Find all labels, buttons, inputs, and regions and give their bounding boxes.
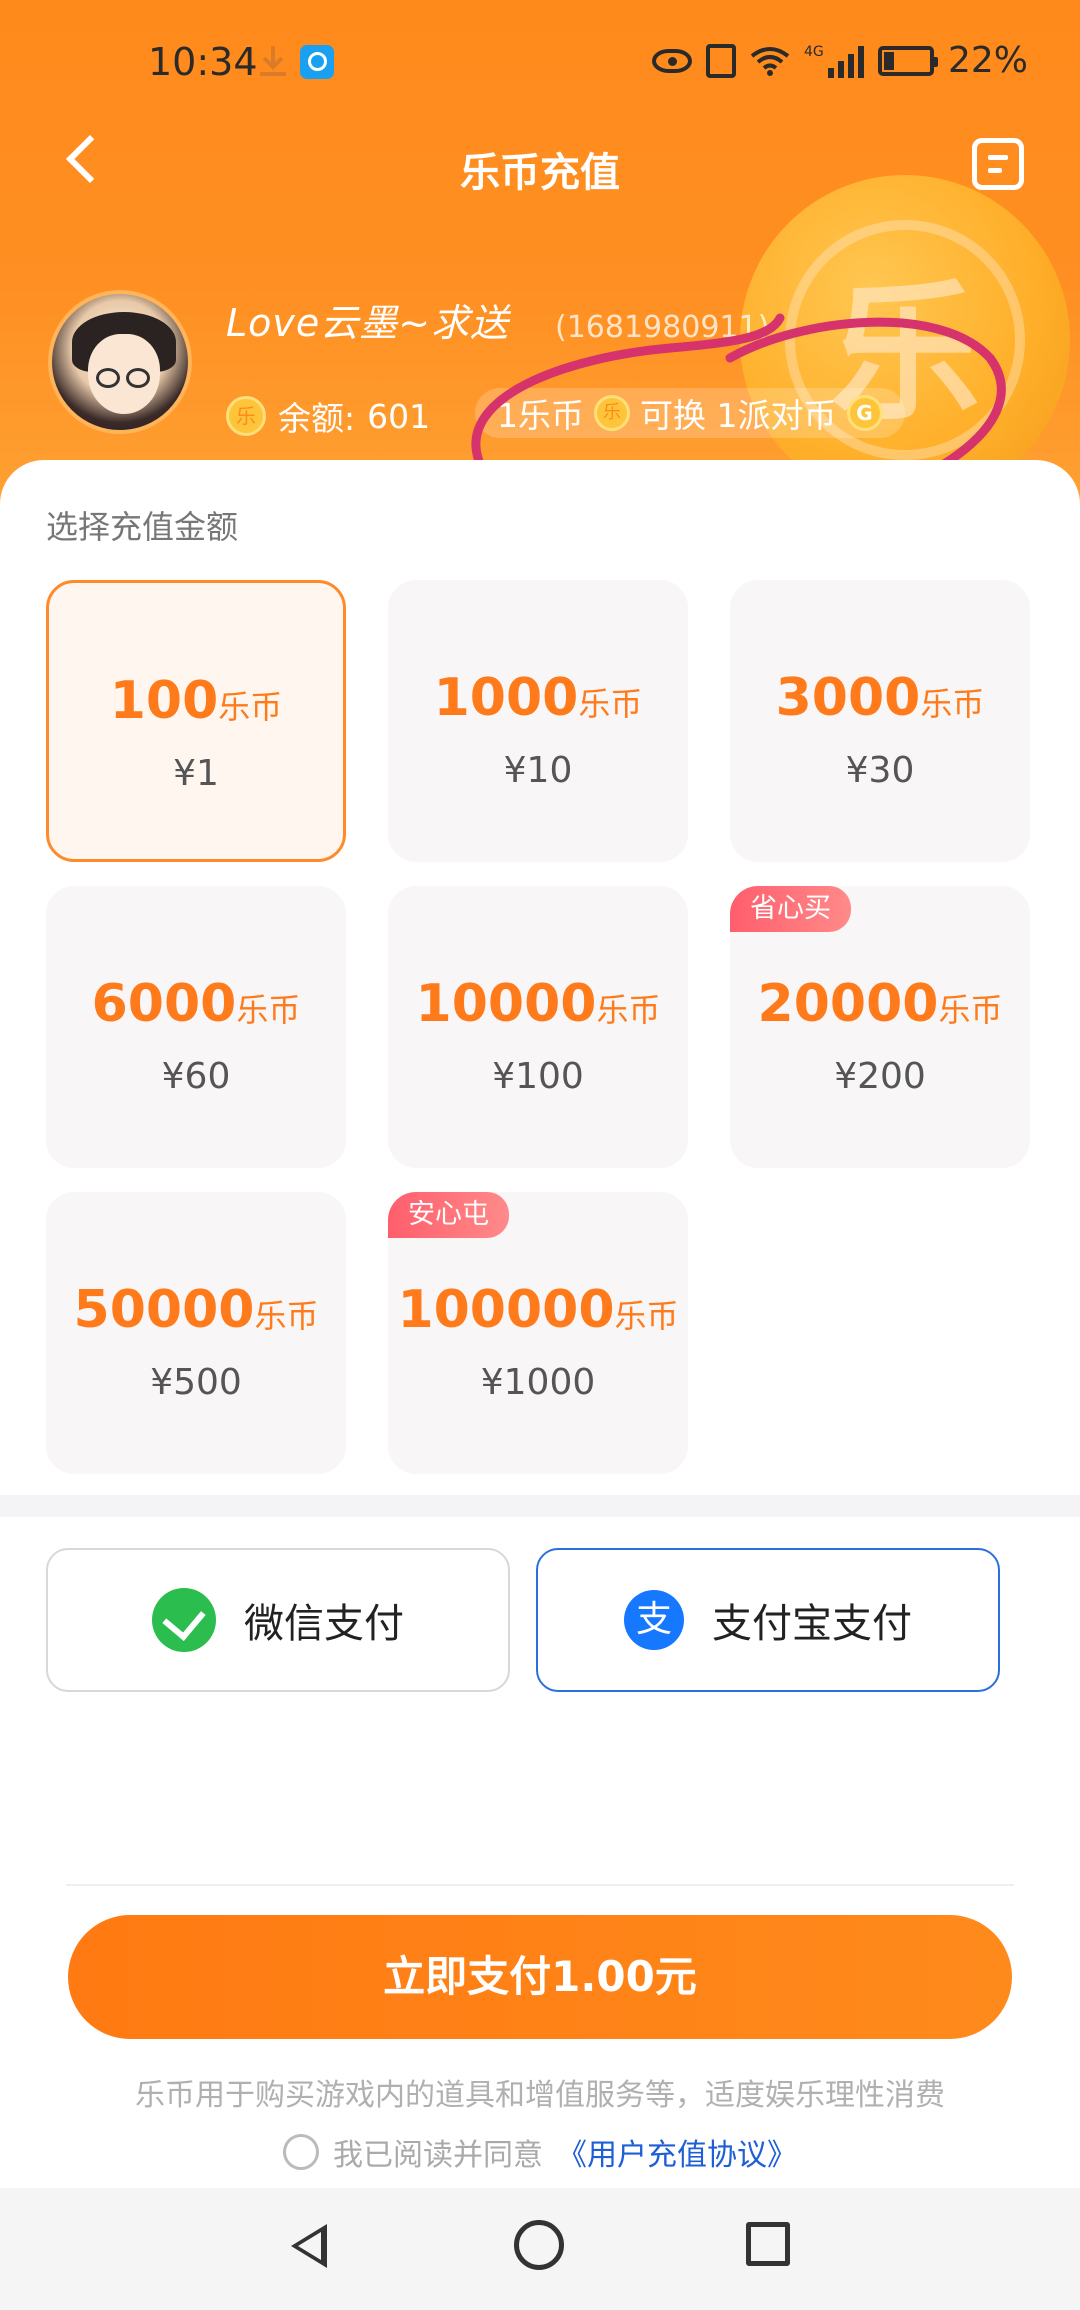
le-coin-icon: 乐 xyxy=(594,395,630,431)
package-card-6000[interactable]: 6000乐币 ¥60 xyxy=(46,886,346,1168)
package-price: ¥10 xyxy=(503,750,573,791)
package-amount: 6000乐币 xyxy=(91,974,301,1034)
eye-icon xyxy=(651,48,692,73)
rate-right: 可换 1派对币 xyxy=(640,396,837,435)
battery-percent: 22% xyxy=(947,40,1028,81)
alipay-label: 支付宝支付 xyxy=(712,1601,912,1647)
section-label: 选择充值金额 xyxy=(46,508,239,546)
package-card-10000[interactable]: 10000乐币 ¥100 xyxy=(388,886,688,1168)
agreement-row: 我已阅读并同意 《用户充值协议》 xyxy=(0,2130,1080,2174)
status-icons: 4G 22% xyxy=(651,40,1028,81)
package-price: ¥1 xyxy=(173,753,219,794)
wechat-pay-label: 微信支付 xyxy=(244,1601,404,1647)
package-card-20000[interactable]: 省心买 20000乐币 ¥200 xyxy=(730,886,1030,1168)
package-amount: 3000乐币 xyxy=(775,668,985,728)
wechat-pay-button[interactable]: 微信支付 xyxy=(46,1548,510,1692)
package-amount: 50000乐币 xyxy=(73,1280,319,1340)
wifi-icon xyxy=(750,46,790,76)
alipay-icon: 支 xyxy=(624,1590,684,1650)
battery-icon xyxy=(877,45,938,76)
package-amount: 100乐币 xyxy=(109,671,283,731)
package-grid: 100乐币 ¥1 1000乐币 ¥10 3000乐币 ¥30 6000乐币 ¥6… xyxy=(46,580,1030,1480)
package-price: ¥200 xyxy=(834,1056,926,1097)
vibrate-icon xyxy=(705,43,736,78)
package-card-1000[interactable]: 1000乐币 ¥10 xyxy=(388,580,688,862)
main-panel: 选择充值金额 100乐币 ¥1 1000乐币 ¥10 3000乐币 ¥30 60… xyxy=(0,460,1080,2310)
search-app-icon xyxy=(300,45,334,79)
package-card-100000[interactable]: 安心屯 100000乐币 ¥1000 xyxy=(388,1192,688,1474)
pay-now-button[interactable]: 立即支付1.00元 xyxy=(68,1915,1012,2039)
balance-label: 余额: xyxy=(278,399,356,438)
package-price: ¥30 xyxy=(845,750,915,791)
party-coin-icon: G xyxy=(846,395,883,431)
agreement-link[interactable]: 《用户充值协议》 xyxy=(557,2130,797,2174)
usage-notice: 乐币用于购买游戏内的道具和增值服务等，适度娱乐理性消费 xyxy=(135,2078,945,2113)
username: Love云墨~求送 xyxy=(226,301,510,345)
status-bar: 10:34 4G 22% xyxy=(0,0,1080,130)
alipay-button[interactable]: 支 支付宝支付 xyxy=(536,1548,1000,1692)
package-card-3000[interactable]: 3000乐币 ¥30 xyxy=(730,580,1030,862)
package-amount: 100000乐币 xyxy=(397,1280,679,1340)
package-amount: 20000乐币 xyxy=(757,974,1003,1034)
status-time: 10:34 xyxy=(148,40,258,84)
package-card-100[interactable]: 100乐币 ¥1 xyxy=(46,580,346,862)
footer-divider xyxy=(66,1884,1014,1886)
system-nav-bar xyxy=(0,2188,1080,2310)
package-card-50000[interactable]: 50000乐币 ¥500 xyxy=(46,1192,346,1474)
nav-recents-icon[interactable] xyxy=(746,2222,790,2266)
agree-text: 我已阅读并同意 xyxy=(333,2138,543,2173)
package-badge: 安心屯 xyxy=(388,1192,509,1238)
le-coin-icon: 乐 xyxy=(226,396,266,436)
wechat-icon xyxy=(152,1588,216,1652)
balance-value: 601 xyxy=(367,396,431,436)
package-amount: 10000乐币 xyxy=(415,974,661,1034)
package-price: ¥100 xyxy=(492,1056,584,1097)
exchange-rate: 1乐币 乐 可换 1派对币 G xyxy=(475,388,905,438)
records-menu-button[interactable] xyxy=(972,138,1024,190)
avatar xyxy=(48,290,192,434)
package-price: ¥500 xyxy=(150,1362,242,1403)
package-amount: 1000乐币 xyxy=(433,668,643,728)
coin-decoration: 乐 xyxy=(740,175,1070,505)
page-title: 乐币充值 xyxy=(460,150,620,196)
section-divider xyxy=(0,1495,1080,1517)
package-price: ¥1000 xyxy=(480,1362,596,1403)
agree-checkbox[interactable] xyxy=(283,2134,319,2170)
package-price: ¥60 xyxy=(161,1056,231,1097)
signal-icon: 4G xyxy=(804,44,864,78)
package-badge: 省心买 xyxy=(730,886,851,932)
balance: 乐 余额: 601 xyxy=(226,392,430,440)
nav-back-icon[interactable] xyxy=(285,2218,331,2270)
nav-home-icon[interactable] xyxy=(514,2220,564,2270)
download-icon xyxy=(260,46,286,76)
user-id: (1681980911) xyxy=(555,310,770,345)
header: 乐 10:34 4G 22% 乐币充值 Love云墨~求送 (168198091… xyxy=(0,0,1080,520)
rate-left: 1乐币 xyxy=(497,396,584,435)
